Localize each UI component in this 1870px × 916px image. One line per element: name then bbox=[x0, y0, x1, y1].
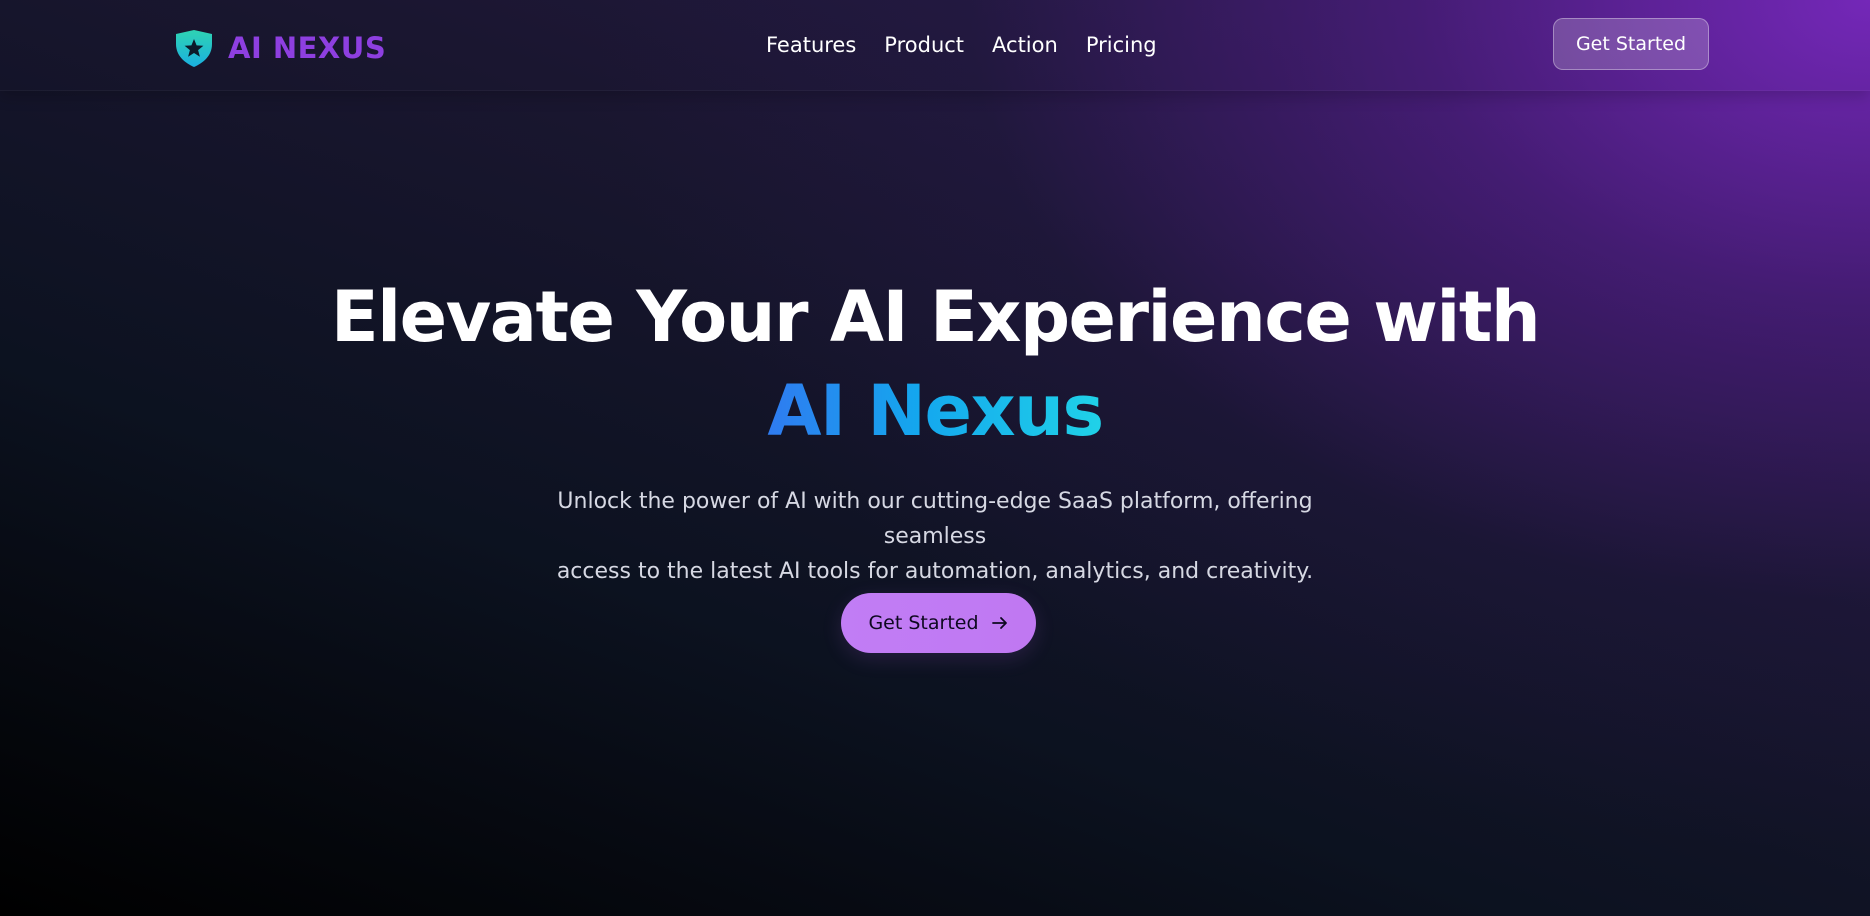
arrow-right-icon bbox=[991, 617, 1007, 629]
nav-link-product[interactable]: Product bbox=[884, 30, 964, 60]
hero-title-line: Elevate Your AI Experience with bbox=[330, 276, 1541, 358]
brand-wordmark: AI NEXUS bbox=[228, 31, 387, 65]
top-navigation: AI NEXUS Features Product Action Pricing… bbox=[0, 0, 1870, 91]
hero-get-started-button[interactable]: Get Started bbox=[841, 593, 1036, 653]
hero-subtitle-line-2: access to the latest AI tools for automa… bbox=[556, 559, 1314, 584]
hero-title-brand-line: AI Nexus bbox=[0, 364, 1870, 458]
nav-get-started-button[interactable]: Get Started bbox=[1553, 18, 1709, 70]
nav-link-action[interactable]: Action bbox=[992, 30, 1058, 60]
hero-subtitle-line-1: Unlock the power of AI with our cutting-… bbox=[557, 489, 1313, 549]
nav-link-features[interactable]: Features bbox=[766, 30, 856, 60]
hero-title-brand: AI Nexus bbox=[767, 364, 1104, 458]
nav-links: Features Product Action Pricing bbox=[766, 30, 1157, 60]
brand-logo[interactable]: AI NEXUS bbox=[172, 28, 386, 68]
nav-link-pricing[interactable]: Pricing bbox=[1086, 30, 1157, 60]
hero-subtitle: Unlock the power of AI with our cutting-… bbox=[535, 484, 1335, 589]
shield-star-icon bbox=[176, 30, 212, 67]
hero-cta-label: Get Started bbox=[868, 612, 979, 634]
hero-title: Elevate Your AI Experience with AI Nexus bbox=[0, 270, 1870, 458]
